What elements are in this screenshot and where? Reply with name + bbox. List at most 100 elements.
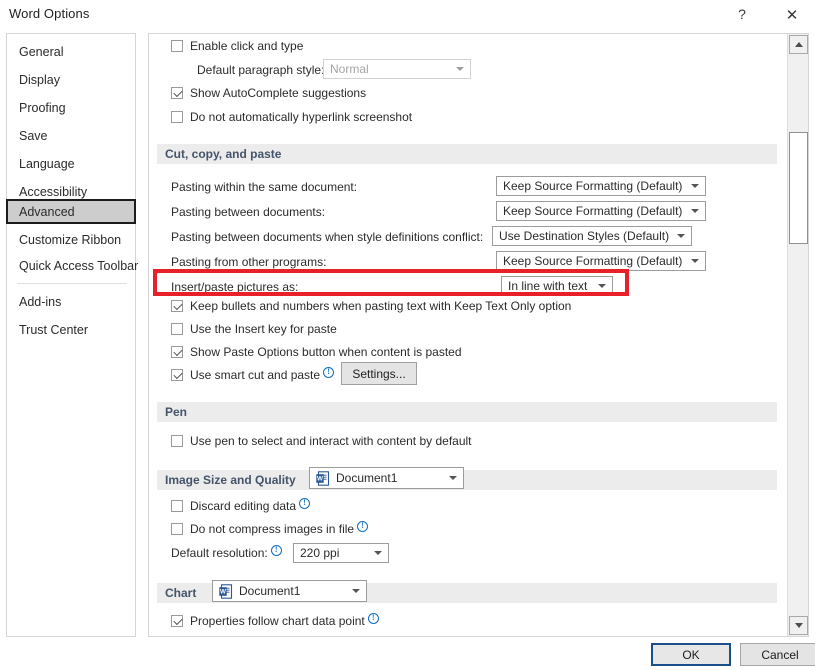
dropdown-value: Normal [330, 62, 369, 76]
button-label: Cancel [761, 647, 799, 662]
smart-cut-paste-settings-button[interactable]: Settings... [341, 362, 417, 385]
checkbox-box[interactable] [171, 615, 183, 627]
word-document-icon: W [219, 583, 234, 599]
info-icon[interactable] [357, 520, 369, 532]
checkbox-label: Show AutoComplete suggestions [190, 86, 367, 100]
chevron-down-icon [677, 234, 685, 238]
triangle-up-icon [794, 42, 803, 47]
dropdown-value: Document1 [239, 584, 301, 598]
dropdown-value: Keep Source Formatting (Default) [503, 254, 683, 268]
checkbox-box[interactable] [171, 346, 183, 358]
sidebar-separator [17, 283, 127, 284]
paste-within-same-document-dropdown[interactable]: Keep Source Formatting (Default) [496, 176, 706, 196]
paste-style-conflict-dropdown[interactable]: Use Destination Styles (Default) [492, 226, 692, 246]
dropdown-value: 220 ppi [300, 546, 340, 560]
sidebar-item-save[interactable]: Save [7, 124, 135, 148]
checkbox-box[interactable] [171, 435, 183, 447]
checkbox-use-insert-key[interactable]: Use the Insert key for paste [171, 322, 337, 336]
insert-paste-pictures-label: Insert/paste pictures as: [171, 280, 299, 294]
sidebar-item-label: Proofing [19, 101, 66, 115]
sidebar-item-language[interactable]: Language [7, 152, 135, 176]
options-content-panel: Enable click and type Default paragraph … [148, 33, 809, 637]
svg-text:W: W [317, 475, 323, 482]
sidebar-item-trust-center[interactable]: Trust Center [7, 318, 135, 342]
sidebar-item-label: Add-ins [19, 295, 62, 309]
section-title: Pen [165, 405, 188, 419]
default-paragraph-style-dropdown[interactable]: Normal [323, 59, 471, 79]
checkbox-discard-editing-data[interactable]: Discard editing data [171, 497, 311, 513]
sidebar-item-add-ins[interactable]: Add-ins [7, 290, 135, 314]
info-icon[interactable] [367, 612, 379, 624]
sidebar-item-label: Language [19, 157, 75, 171]
scrollbar-thumb[interactable] [789, 132, 808, 244]
chevron-down-icon [449, 476, 457, 480]
checkbox-box[interactable] [171, 500, 183, 512]
title-bar: Word Options ? ✕ [0, 0, 815, 32]
dropdown-value: In line with text [508, 279, 588, 293]
info-icon[interactable] [299, 497, 311, 509]
checkbox-keep-bullets-numbers[interactable]: Keep bullets and numbers when pasting te… [171, 299, 571, 313]
chevron-down-icon [374, 551, 382, 555]
chart-scope-dropdown[interactable]: W Document1 [212, 580, 367, 602]
options-scroll-pane: Enable click and type Default paragraph … [149, 34, 787, 636]
checkbox-box[interactable] [171, 40, 183, 52]
section-header-pen: Pen [157, 402, 777, 422]
triangle-down-icon [794, 623, 803, 628]
info-icon[interactable] [270, 544, 282, 556]
dropdown-value: Use Destination Styles (Default) [499, 229, 670, 243]
window-title: Word Options [9, 6, 90, 21]
insert-paste-pictures-dropdown[interactable]: In line with text [501, 276, 613, 296]
chevron-down-icon [691, 184, 699, 188]
checkbox-label: Do not compress images in file [190, 522, 355, 536]
ok-button[interactable]: OK [651, 643, 731, 666]
checkbox-box[interactable] [171, 300, 183, 312]
info-icon[interactable] [323, 366, 335, 378]
checkbox-do-not-compress-images[interactable]: Do not compress images in file [171, 520, 369, 536]
checkbox-properties-follow-chart-data-point[interactable]: Properties follow chart data point [171, 612, 379, 628]
sidebar-item-proofing[interactable]: Proofing [7, 96, 135, 120]
paste-within-same-document-label: Pasting within the same document: [171, 180, 358, 194]
sidebar-item-general[interactable]: General [7, 40, 135, 64]
chevron-down-icon [691, 259, 699, 263]
dropdown-value: Keep Source Formatting (Default) [503, 179, 683, 193]
image-size-quality-scope-dropdown[interactable]: W Document1 [309, 467, 464, 489]
sidebar-item-advanced[interactable]: Advanced [6, 199, 136, 224]
chevron-down-icon [598, 284, 606, 288]
sidebar-item-label: Quick Access Toolbar [19, 259, 139, 273]
sidebar-item-label: Customize Ribbon [19, 233, 122, 247]
checkbox-enable-click-and-type[interactable]: Enable click and type [171, 39, 303, 53]
default-resolution-label-group: Default resolution: [171, 544, 282, 560]
checkbox-label: Use smart cut and paste [190, 368, 321, 382]
checkbox-box[interactable] [171, 87, 183, 99]
scroll-down-button[interactable] [789, 616, 808, 635]
word-document-icon: W [316, 470, 331, 486]
sidebar-item-quick-access-toolbar[interactable]: Quick Access Toolbar [7, 254, 139, 278]
paste-other-programs-dropdown[interactable]: Keep Source Formatting (Default) [496, 251, 706, 271]
paste-other-programs-label: Pasting from other programs: [171, 255, 327, 269]
checkbox-box[interactable] [171, 523, 183, 535]
checkbox-box[interactable] [171, 111, 183, 123]
sidebar-item-customize-ribbon[interactable]: Customize Ribbon [7, 228, 135, 252]
cancel-button[interactable]: Cancel [740, 643, 815, 666]
help-button[interactable]: ? [723, 0, 761, 30]
checkbox-use-pen[interactable]: Use pen to select and interact with cont… [171, 434, 472, 448]
section-header-cut-copy-paste: Cut, copy, and paste [157, 144, 777, 164]
paste-between-documents-dropdown[interactable]: Keep Source Formatting (Default) [496, 201, 706, 221]
checkbox-no-auto-hyperlink[interactable]: Do not automatically hyperlink screensho… [171, 110, 412, 124]
checkbox-box[interactable] [171, 323, 183, 335]
checkbox-label: Properties follow chart data point [190, 614, 365, 628]
checkbox-use-smart-cut-paste[interactable]: Use smart cut and paste [171, 366, 335, 382]
chevron-down-icon [691, 209, 699, 213]
checkbox-box[interactable] [171, 369, 183, 381]
button-label: Settings... [352, 366, 406, 381]
checkbox-show-autocomplete[interactable]: Show AutoComplete suggestions [171, 86, 366, 100]
close-button[interactable]: ✕ [773, 0, 811, 30]
sidebar-item-label: Display [19, 73, 60, 87]
checkbox-label: Use pen to select and interact with cont… [190, 434, 472, 448]
content-scrollbar[interactable] [787, 34, 808, 636]
sidebar-item-display[interactable]: Display [7, 68, 135, 92]
checkbox-show-paste-options[interactable]: Show Paste Options button when content i… [171, 345, 462, 359]
default-resolution-dropdown[interactable]: 220 ppi [293, 543, 389, 563]
checkbox-label: Use the Insert key for paste [190, 322, 337, 336]
scroll-up-button[interactable] [789, 35, 808, 54]
